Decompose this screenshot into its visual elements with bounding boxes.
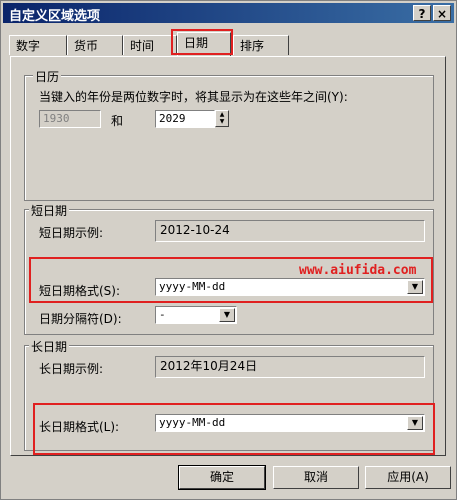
long-date-sample-label: 长日期示例:: [39, 362, 104, 376]
chevron-down-icon[interactable]: ▼: [219, 308, 235, 322]
tab-currency[interactable]: 货币: [67, 35, 123, 55]
help-button[interactable]: ?: [413, 5, 431, 21]
spin-up-icon[interactable]: ▲: [216, 111, 228, 118]
cancel-button[interactable]: 取消: [273, 466, 359, 489]
tab-time[interactable]: 时间: [123, 35, 177, 55]
long-date-group-title: 长日期: [29, 338, 70, 355]
date-separator-value: -: [159, 308, 166, 321]
window-title: 自定义区域选项: [9, 9, 101, 24]
short-date-group-title: 短日期: [29, 202, 70, 219]
short-date-sample: 2012-10-24: [155, 220, 425, 242]
calendar-group-title: 日历: [33, 68, 62, 85]
short-date-sample-label: 短日期示例:: [39, 226, 104, 240]
two-digit-year-label: 当键入的年份是两位数字时，将其显示为在这些年之间(Y):: [39, 90, 348, 104]
title-bar[interactable]: 自定义区域选项 ? ×: [3, 3, 454, 24]
date-separator-label: 日期分隔符(D):: [39, 312, 122, 326]
calendar-group: 日历 当键入的年份是两位数字时，将其显示为在这些年之间(Y): 1930 和 2…: [24, 68, 434, 201]
ok-button[interactable]: 确定: [178, 465, 266, 490]
dialog-window: 自定义区域选项 ? × 数字 货币 时间 日期 排序 日历 当键入的年份是两位数…: [0, 0, 457, 500]
start-year-field: 1930: [39, 110, 101, 128]
tab-panel: 日历 当键入的年份是两位数字时，将其显示为在这些年之间(Y): 1930 和 2…: [10, 56, 446, 456]
close-button[interactable]: ×: [433, 5, 451, 21]
end-year-spinner[interactable]: ▲ ▼: [215, 110, 229, 127]
and-label: 和: [111, 114, 124, 128]
date-tab-highlight: [171, 29, 233, 55]
date-separator-combo[interactable]: - ▼: [155, 306, 237, 324]
spin-down-icon[interactable]: ▼: [216, 118, 228, 125]
watermark: www.aiufida.com: [299, 263, 417, 278]
long-format-highlight: [33, 403, 435, 455]
end-year-field[interactable]: 2029: [155, 110, 215, 128]
long-date-sample: 2012年10月24日: [155, 356, 425, 378]
tab-number[interactable]: 数字: [9, 35, 67, 55]
tab-sort[interactable]: 排序: [233, 35, 289, 55]
apply-button[interactable]: 应用(A): [365, 466, 451, 489]
